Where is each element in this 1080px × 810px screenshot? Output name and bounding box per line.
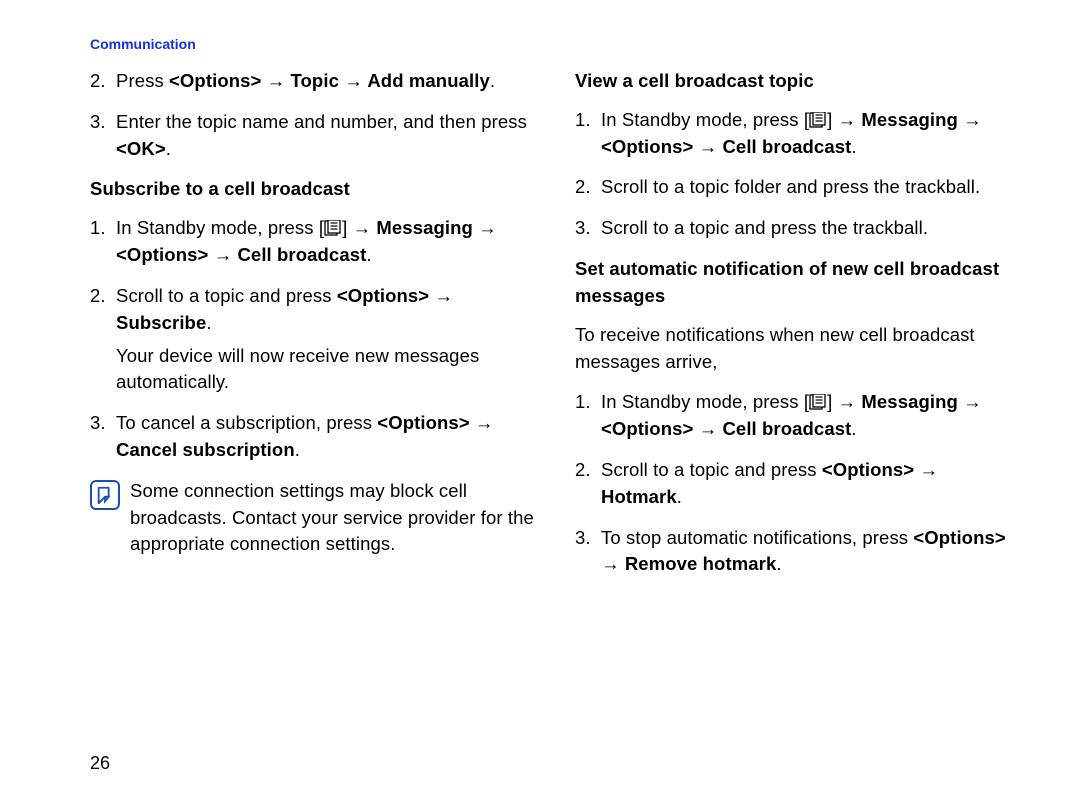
text: ] → (827, 391, 861, 412)
step-body: In Standby mode, press [] → Messaging → … (601, 107, 1020, 161)
step-number: 3. (575, 525, 601, 579)
step-item: 3. Scroll to a topic and press the track… (575, 215, 1020, 242)
step-number: 2. (575, 174, 601, 201)
sub-heading: Set automatic notification of new cell b… (575, 256, 1020, 310)
step-item: 2. Press <Options> → Topic → Add manuall… (90, 68, 535, 95)
sub-heading: View a cell broadcast topic (575, 68, 1020, 95)
step-number: 3. (90, 109, 116, 163)
text: ] → (827, 109, 861, 130)
text: . (166, 138, 171, 159)
text: . (490, 70, 495, 91)
text: . (295, 439, 300, 460)
sub-heading: Subscribe to a cell broadcast (90, 176, 535, 203)
menu-key-icon (809, 394, 827, 410)
text: Press (116, 70, 169, 91)
step-result: Your device will now receive new message… (116, 343, 535, 397)
text: To cancel a subscription, press (116, 412, 377, 433)
text: Scroll to a topic and press (116, 285, 337, 306)
step-number: 2. (90, 68, 116, 95)
text: . (851, 418, 856, 439)
arrow: → (914, 459, 938, 480)
text: . (366, 244, 371, 265)
softkey-path: <Options> → Topic → Add manually (169, 70, 490, 91)
step-number: 1. (575, 389, 601, 443)
step-body: Press <Options> → Topic → Add manually. (116, 68, 535, 95)
text: . (206, 312, 211, 333)
step-item: 3. To cancel a subscription, press <Opti… (90, 410, 535, 464)
softkey: <OK> (116, 138, 166, 159)
text: . (776, 553, 781, 574)
text: . (677, 486, 682, 507)
menu-key-icon (809, 112, 827, 128)
step-item: 2. Scroll to a topic and press <Options>… (575, 457, 1020, 511)
intro-text: To receive notifications when new cell b… (575, 322, 1020, 376)
step-item: 1. In Standby mode, press [] → Messaging… (90, 215, 535, 269)
softkey: Hotmark (601, 486, 677, 507)
step-body: Scroll to a topic folder and press the t… (601, 174, 1020, 201)
step-number: 3. (90, 410, 116, 464)
step-item: 1. In Standby mode, press [] → Messaging… (575, 389, 1020, 443)
right-column: View a cell broadcast topic 1. In Standb… (575, 68, 1020, 592)
step-number: 2. (575, 457, 601, 511)
step-item: 3. Enter the topic name and number, and … (90, 109, 535, 163)
step-item: 1. In Standby mode, press [] → Messaging… (575, 107, 1020, 161)
note-text: Some connection settings may block cell … (130, 478, 535, 558)
step-body: Scroll to a topic and press <Options> → … (116, 283, 535, 396)
step-number: 2. (90, 283, 116, 396)
manual-page: Communication 2. Press <Options> → Topic… (0, 0, 1080, 810)
step-number: 1. (575, 107, 601, 161)
step-item: 3. To stop automatic notifications, pres… (575, 525, 1020, 579)
step-body: In Standby mode, press [] → Messaging → … (601, 389, 1020, 443)
step-number: 1. (90, 215, 116, 269)
step-body: To stop automatic notifications, press <… (601, 525, 1020, 579)
step-body: Enter the topic name and number, and the… (116, 109, 535, 163)
step-item: 2. Scroll to a topic and press <Options>… (90, 283, 535, 396)
note-icon (90, 480, 120, 510)
step-body: Scroll to a topic and press <Options> → … (601, 457, 1020, 511)
step-body: To cancel a subscription, press <Options… (116, 410, 535, 464)
step-body: Scroll to a topic and press the trackbal… (601, 215, 1020, 242)
text: ] → (342, 217, 376, 238)
text: . (851, 136, 856, 157)
step-item: 2. Scroll to a topic folder and press th… (575, 174, 1020, 201)
step-number: 3. (575, 215, 601, 242)
content-columns: 2. Press <Options> → Topic → Add manuall… (90, 68, 1020, 592)
text: In Standby mode, press [ (601, 109, 809, 130)
arrow: → (429, 285, 453, 306)
step-body: In Standby mode, press [] → Messaging → … (116, 215, 535, 269)
left-column: 2. Press <Options> → Topic → Add manuall… (90, 68, 535, 592)
text: In Standby mode, press [ (116, 217, 324, 238)
note-block: Some connection settings may block cell … (90, 478, 535, 558)
softkey: <Options> (337, 285, 429, 306)
text: Scroll to a topic and press (601, 459, 822, 480)
menu-key-icon (324, 220, 342, 236)
text: To stop automatic notifications, press (601, 527, 913, 548)
section-title: Communication (90, 36, 1020, 52)
page-number: 26 (90, 753, 110, 774)
text: Enter the topic name and number, and the… (116, 111, 527, 132)
softkey: <Options> (822, 459, 914, 480)
text: In Standby mode, press [ (601, 391, 809, 412)
softkey: Subscribe (116, 312, 206, 333)
